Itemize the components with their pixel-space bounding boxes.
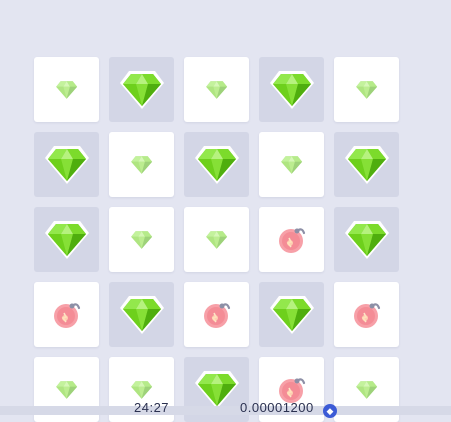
gem-icon xyxy=(269,70,315,110)
tile-r1-c4[interactable] xyxy=(259,57,324,122)
tile-r2-c1[interactable] xyxy=(34,132,99,197)
mines-board xyxy=(0,0,451,422)
tile-r2-c3[interactable] xyxy=(184,132,249,197)
tile-r1-c2[interactable] xyxy=(109,57,174,122)
gem-icon xyxy=(204,229,229,251)
tile-r3-c2[interactable] xyxy=(109,207,174,272)
gem-icon xyxy=(194,145,240,185)
gem-icon xyxy=(129,379,154,401)
tile-r1-c3[interactable] xyxy=(184,57,249,122)
footer-bar xyxy=(0,406,451,415)
footer-balance-value: 0.00001200 xyxy=(240,400,314,415)
gem-icon xyxy=(354,379,379,401)
tile-r4-c5[interactable] xyxy=(334,282,399,347)
tile-r2-c5[interactable] xyxy=(334,132,399,197)
bomb-icon xyxy=(52,300,82,330)
coin-icon: ◆ xyxy=(323,404,337,418)
gem-icon xyxy=(129,154,154,176)
bomb-icon xyxy=(277,225,307,255)
tile-r4-c2[interactable] xyxy=(109,282,174,347)
gem-icon xyxy=(54,379,79,401)
tile-r1-c5[interactable] xyxy=(334,57,399,122)
gem-icon xyxy=(204,79,229,101)
tile-r2-c2[interactable] xyxy=(109,132,174,197)
gem-icon xyxy=(354,79,379,101)
footer-left-value: 24:27 xyxy=(134,400,170,415)
gem-icon xyxy=(54,79,79,101)
gem-icon xyxy=(44,145,90,185)
tile-r4-c3[interactable] xyxy=(184,282,249,347)
tile-r3-c3[interactable] xyxy=(184,207,249,272)
gem-icon xyxy=(344,145,390,185)
bomb-icon xyxy=(202,300,232,330)
tile-r4-c4[interactable] xyxy=(259,282,324,347)
tile-r4-c1[interactable] xyxy=(34,282,99,347)
tile-r3-c5[interactable] xyxy=(334,207,399,272)
gem-icon xyxy=(344,220,390,260)
gem-icon xyxy=(269,295,315,335)
gem-icon xyxy=(44,220,90,260)
gem-icon xyxy=(194,370,240,410)
gem-icon xyxy=(129,229,154,251)
tile-r3-c1[interactable] xyxy=(34,207,99,272)
tile-r3-c4[interactable] xyxy=(259,207,324,272)
gem-icon xyxy=(119,295,165,335)
bomb-icon xyxy=(352,300,382,330)
tile-r2-c4[interactable] xyxy=(259,132,324,197)
tile-r1-c1[interactable] xyxy=(34,57,99,122)
gem-icon xyxy=(279,154,304,176)
gem-icon xyxy=(119,70,165,110)
